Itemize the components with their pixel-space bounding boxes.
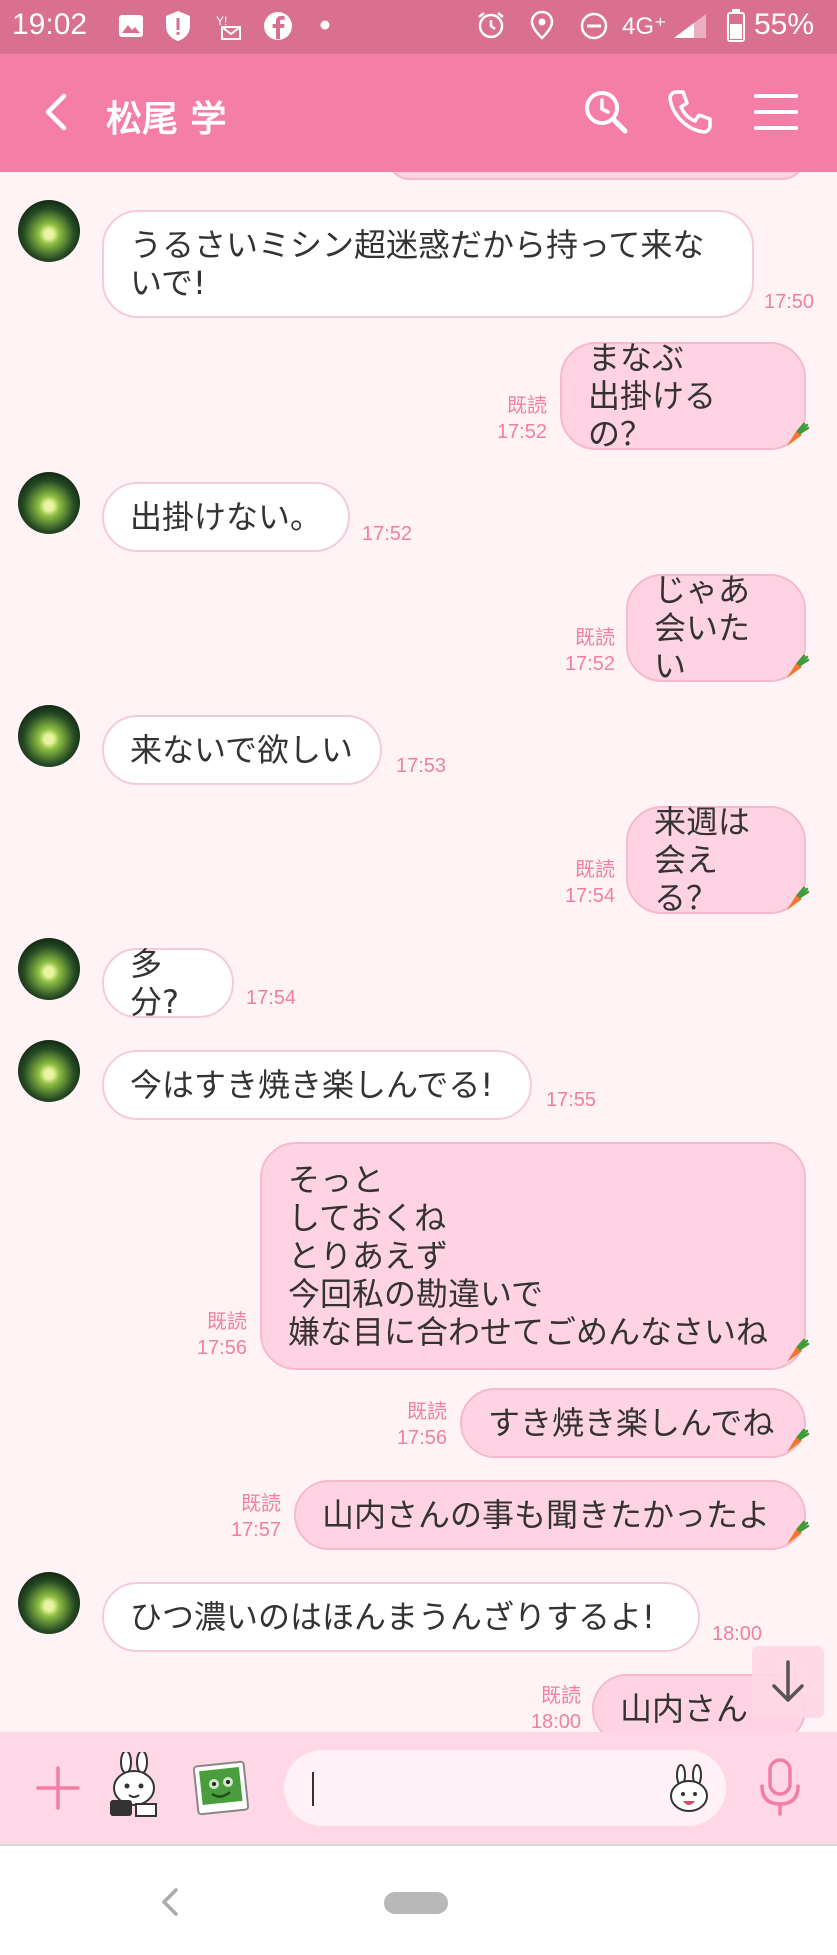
partial-message-bubble (386, 172, 806, 180)
carrot-icon (787, 654, 810, 678)
message-text: まなぶ 出掛けるの？ (588, 339, 717, 453)
chat-header: 松尾 学 (0, 54, 837, 172)
message-text: 出掛けない。 (130, 498, 323, 536)
message-time: 18:00 (712, 1623, 763, 1645)
message-time: 17:56 (396, 1427, 447, 1449)
read-indicator: 既読 (575, 859, 615, 881)
menu-icon[interactable] (748, 84, 804, 140)
contact-avatar[interactable] (18, 1572, 80, 1634)
system-navigation-bar (0, 1844, 837, 1955)
carrot-icon (787, 1428, 810, 1452)
message-time: 17:52 (362, 523, 413, 545)
message-time: 17:56 (196, 1337, 247, 1359)
message-text: ひつ濃いのはほんまうんざりするよ! (130, 1598, 655, 1636)
dot-icon (320, 20, 330, 30)
message-text: 来週は 会える？ (654, 803, 751, 917)
search-icon[interactable] (578, 84, 634, 140)
read-indicator: 既読 (507, 395, 547, 417)
message-text: 今はすき焼き楽しんでる! (130, 1066, 494, 1104)
text-caret (312, 1772, 314, 1806)
message-text: うるさいミシン超迷惑だから持って来な いで! (130, 226, 705, 302)
message-bubble-incoming[interactable]: うるさいミシン超迷惑だから持って来な いで! (102, 210, 754, 318)
message-time: 17:54 (246, 987, 297, 1009)
scroll-to-bottom-button[interactable] (752, 1646, 824, 1718)
message-text: じゃあ 会いたい (654, 571, 751, 685)
message-time: 17:52 (564, 653, 615, 675)
message-bubble-outgoing[interactable]: 山内さんの事も聞きたかったよ (294, 1480, 806, 1550)
status-time: 19:02 (12, 8, 88, 41)
back-icon[interactable] (150, 1882, 190, 1922)
message-time: 17:54 (564, 885, 615, 907)
message-input-bar (0, 1732, 837, 1844)
message-time: 17:52 (496, 421, 547, 443)
chat-title: 松尾 学 (106, 99, 227, 140)
message-time: 17:50 (764, 291, 815, 313)
home-pill[interactable] (384, 1892, 448, 1914)
message-time: 17:57 (230, 1519, 281, 1541)
network-type: 4G⁺ (622, 13, 667, 40)
photo-icon[interactable] (192, 1760, 250, 1816)
chat-message-list[interactable]: うるさいミシン超迷惑だから持って来な いで! 17:50 まなぶ 出掛けるの？ … (0, 172, 837, 1732)
read-indicator: 既読 (241, 1493, 281, 1515)
signal-icon (674, 14, 706, 38)
contact-avatar[interactable] (18, 200, 80, 262)
message-text: 来ないで欲しい (130, 731, 354, 769)
shield-alert-icon (166, 11, 190, 41)
carrot-icon (787, 1520, 810, 1544)
phone-icon[interactable] (662, 84, 718, 140)
carrot-icon (787, 886, 810, 910)
arrow-down-icon (772, 1660, 804, 1702)
microphone-icon[interactable] (754, 1756, 806, 1820)
message-text: 山内さんの事も聞きたかったよ (322, 1496, 771, 1534)
carrot-icon (787, 1338, 810, 1362)
do-not-disturb-icon (580, 12, 608, 40)
message-text: すき焼き楽しんでね (488, 1404, 775, 1442)
message-bubble-incoming[interactable]: 出掛けない。 (102, 482, 350, 552)
emoji-icon[interactable] (664, 1764, 714, 1814)
read-indicator: 既読 (575, 627, 615, 649)
message-time: 17:55 (546, 1089, 597, 1111)
contact-avatar[interactable] (18, 472, 80, 534)
facebook-icon (264, 12, 292, 40)
battery-icon (727, 9, 745, 42)
battery-level: 55% (754, 8, 815, 41)
image-notification-icon (119, 15, 143, 37)
alarm-icon (478, 12, 504, 39)
contact-avatar[interactable] (18, 705, 80, 767)
message-text: そっと しておくね とりあえず 今回私の勘違いで 嫌な目に合わせてごめんなさいね (288, 1161, 769, 1351)
status-bar: 19:02 Y! 4G⁺ 55% (0, 0, 837, 54)
plus-icon[interactable] (34, 1764, 82, 1812)
message-input[interactable] (284, 1750, 726, 1826)
message-bubble-outgoing[interactable]: じゃあ 会いたい (626, 571, 806, 685)
message-bubble-incoming[interactable]: 来ないで欲しい (102, 715, 382, 785)
message-bubble-outgoing[interactable]: そっと しておくね とりあえず 今回私の勘違いで 嫌な目に合わせてごめんなさいね (260, 1142, 806, 1370)
read-indicator: 既読 (407, 1401, 447, 1423)
message-time: 17:53 (396, 755, 447, 777)
sticker-icon[interactable] (104, 1752, 164, 1820)
message-bubble-outgoing[interactable]: すき焼き楽しんでね (460, 1388, 806, 1458)
message-bubble-incoming[interactable]: 多分? (102, 945, 234, 1021)
contact-avatar[interactable] (18, 1040, 80, 1102)
message-bubble-outgoing[interactable]: まなぶ 出掛けるの？ (560, 339, 806, 453)
location-icon (530, 10, 554, 40)
message-bubble-incoming[interactable]: 今はすき焼き楽しんでる! (102, 1050, 532, 1120)
carrot-icon (787, 422, 810, 446)
message-time: 18:00 (530, 1711, 581, 1732)
message-text: 多分? (130, 945, 179, 1021)
contact-avatar[interactable] (18, 938, 80, 1000)
read-indicator: 既読 (541, 1685, 581, 1707)
svg-text:Y!: Y! (216, 14, 227, 28)
message-bubble-incoming[interactable]: ひつ濃いのはほんまうんざりするよ! (102, 1582, 700, 1652)
message-bubble-outgoing[interactable]: 来週は 会える？ (626, 803, 806, 917)
read-indicator: 既読 (207, 1311, 247, 1333)
mail-notification-icon: Y! (216, 14, 241, 40)
chevron-left-icon[interactable] (30, 84, 86, 140)
